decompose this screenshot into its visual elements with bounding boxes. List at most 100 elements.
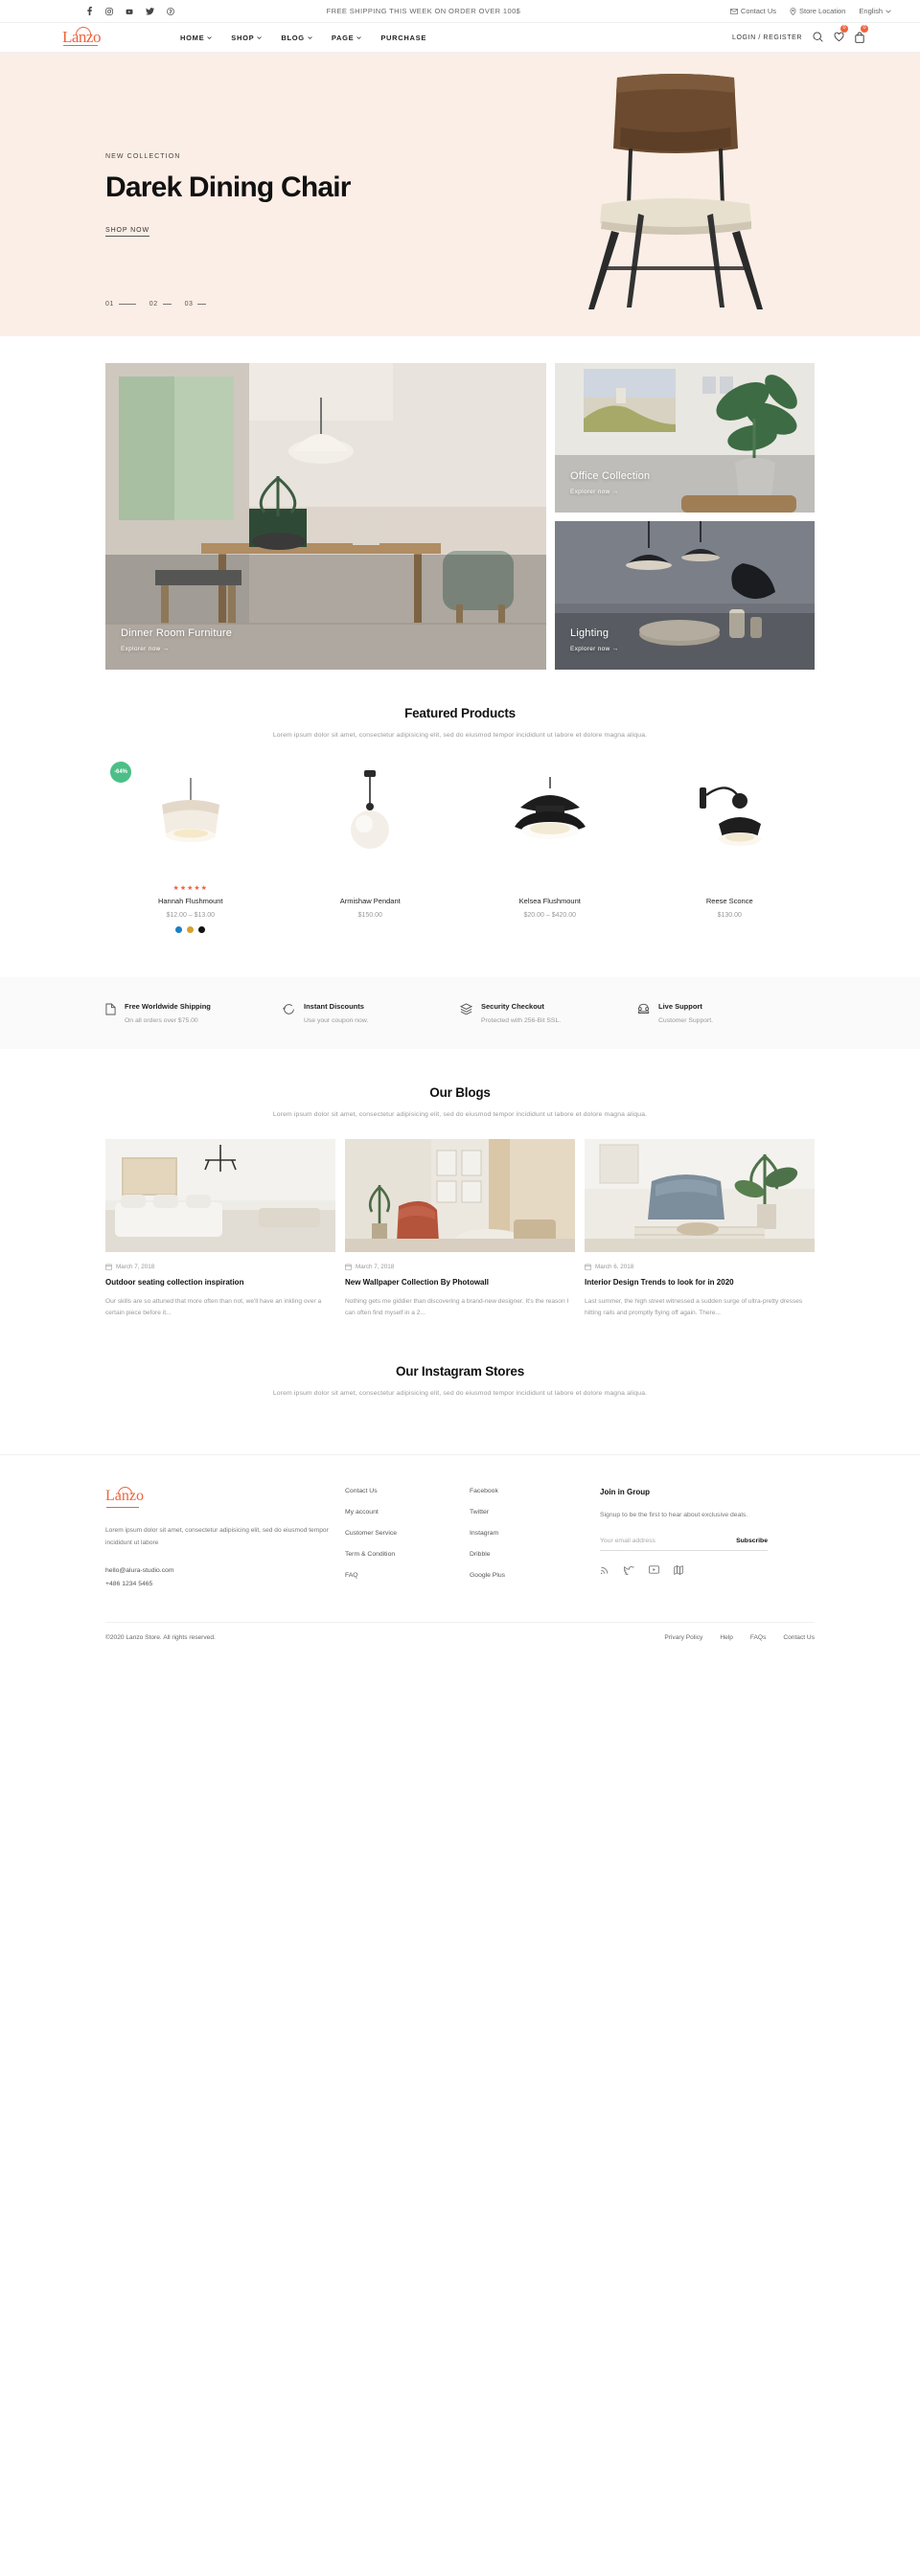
site-logo[interactable]: Lanzo — [62, 27, 101, 47]
nav-item-shop[interactable]: SHOP — [231, 34, 263, 42]
product-card[interactable]: Armishaw Pendant $150.00 — [286, 760, 456, 933]
map-icon[interactable] — [674, 1564, 683, 1575]
product-image[interactable] — [645, 760, 816, 873]
blog-title[interactable]: Interior Design Trends to look for in 20… — [585, 1278, 815, 1288]
service-title: Live Support — [658, 1002, 702, 1011]
pinterest-icon[interactable] — [167, 7, 174, 15]
footer-logo[interactable]: Lanzo — [105, 1487, 144, 1509]
product-image[interactable] — [286, 760, 456, 873]
hero-shop-now-button[interactable]: SHOP NOW — [105, 227, 150, 237]
wishlist-button[interactable]: 0 — [834, 25, 848, 46]
product-price: $20.00 – $420.00 — [523, 912, 577, 919]
hero-slide-02[interactable]: 02 — [150, 301, 172, 308]
service-title: Security Checkout — [481, 1002, 544, 1011]
subscribe-button[interactable]: Subscribe — [736, 1538, 768, 1544]
swatch-black[interactable] — [198, 926, 206, 933]
blog-card[interactable]: March 7, 2018 New Wallpaper Collection B… — [345, 1139, 575, 1318]
nav-item-home[interactable]: HOME — [180, 34, 213, 42]
login-register-link[interactable]: LOGIN / REGISTER — [732, 34, 802, 41]
footer-bottom-links: Privary Policy Help FAQs Contact Us — [664, 1634, 815, 1641]
footer-link-faqs[interactable]: FAQs — [750, 1634, 767, 1641]
nav-item-purchase[interactable]: PURCHASE — [380, 34, 426, 42]
contact-us-link[interactable]: Contact Us — [729, 7, 777, 15]
product-rating — [645, 884, 816, 893]
footer-link-term-condition[interactable]: Term & Condition — [345, 1551, 470, 1558]
product-card[interactable]: -64% ★★★★★ Hannah Flushmount $12.00 – $1… — [105, 760, 276, 933]
category-caption: Office Collection Explorer now → — [570, 470, 650, 495]
footer-link-dribble[interactable]: Dribble — [470, 1551, 594, 1558]
blog-image[interactable] — [585, 1139, 815, 1252]
service-subtitle: Use your coupon now. — [304, 1017, 369, 1024]
service-title: Instant Discounts — [304, 1002, 364, 1011]
logo-arc-icon — [118, 1487, 132, 1495]
newsletter-email-input[interactable] — [600, 1537, 737, 1544]
rss-icon[interactable] — [600, 1565, 610, 1575]
chevron-down-icon — [207, 35, 213, 39]
swatch-gold[interactable] — [187, 926, 195, 933]
blog-card[interactable]: March 6, 2018 Interior Design Trends to … — [585, 1139, 815, 1318]
blog-image[interactable] — [105, 1139, 335, 1252]
store-location-link[interactable]: Store Location — [790, 7, 845, 15]
blog-card[interactable]: March 7, 2018 Outdoor seating collection… — [105, 1139, 335, 1318]
product-name[interactable]: Armishaw Pendant — [286, 897, 456, 905]
footer-link-help[interactable]: Help — [720, 1634, 733, 1641]
copyright-text: ©2020 Lanzo Store. All rights reserved. — [105, 1634, 216, 1642]
blog-title[interactable]: New Wallpaper Collection By Photowall — [345, 1278, 575, 1288]
hero-slider: NEW COLLECTION Darek Dining Chair SHOP N… — [0, 53, 920, 336]
logo-arc-icon — [76, 27, 91, 35]
footer-link-privacy-policy[interactable]: Privary Policy — [664, 1634, 702, 1641]
product-name[interactable]: Reese Sconce — [645, 897, 816, 905]
product-card[interactable]: Kelsea Flushmount $20.00 – $420.00 — [465, 760, 635, 933]
wishlist-count-badge: 0 — [840, 25, 848, 33]
footer-email[interactable]: hello@alura-studio.com — [105, 1564, 345, 1578]
footer-link-faq[interactable]: FAQ — [345, 1572, 470, 1579]
blog-title[interactable]: Outdoor seating collection inspiration — [105, 1278, 335, 1288]
category-explore-link[interactable]: Explorer now → — [570, 646, 618, 652]
twitter-icon[interactable] — [624, 1565, 634, 1575]
calendar-icon — [345, 1264, 352, 1270]
blog-excerpt: Nothing gets me giddier than discovering… — [345, 1298, 569, 1316]
twitter-icon[interactable] — [146, 7, 154, 15]
instagram-icon[interactable] — [105, 7, 113, 15]
category-explore-link[interactable]: Explorer now → — [570, 489, 650, 495]
service-item-discounts: Instant Discounts Use your coupon now. — [283, 1002, 460, 1024]
footer-link-instagram[interactable]: Instagram — [470, 1530, 594, 1537]
product-image[interactable] — [465, 760, 635, 873]
hero-slide-01[interactable]: 01 — [105, 301, 136, 308]
category-explore-link[interactable]: Explorer now → — [121, 646, 232, 652]
nav-item-blog[interactable]: BLOG — [281, 34, 312, 42]
hero-slide-03[interactable]: 03 — [185, 301, 207, 308]
cart-button[interactable]: 0 — [855, 25, 868, 46]
footer-link-twitter[interactable]: Twitter — [470, 1509, 594, 1516]
footer-links-column-1: Contact Us My account Customer Service T… — [345, 1488, 470, 1593]
search-button[interactable] — [813, 29, 823, 46]
blog-image[interactable] — [345, 1139, 575, 1252]
nav-item-page[interactable]: PAGE — [332, 34, 362, 42]
category-card-lighting[interactable]: Lighting Explorer now → — [555, 520, 815, 670]
category-card-office[interactable]: Office Collection Explorer now → — [555, 363, 815, 513]
product-name[interactable]: Hannah Flushmount — [105, 897, 276, 905]
youtube-icon[interactable] — [126, 8, 133, 15]
language-selector[interactable]: English — [859, 7, 891, 15]
slide-number: 03 — [184, 301, 194, 308]
contact-us-label: Contact Us — [740, 7, 777, 15]
facebook-icon[interactable] — [86, 7, 93, 15]
footer-link-google-plus[interactable]: Google Plus — [470, 1572, 594, 1579]
footer-link-facebook[interactable]: Facebook — [470, 1488, 594, 1494]
service-subtitle: On all orders over $75.00 — [125, 1017, 198, 1024]
footer-link-contact-us[interactable]: Contact Us — [345, 1488, 470, 1494]
phone-icon — [637, 1003, 650, 1014]
product-name[interactable]: Kelsea Flushmount — [465, 897, 635, 905]
product-card[interactable]: Reese Sconce $130.00 — [645, 760, 816, 933]
video-icon[interactable] — [649, 1565, 659, 1575]
chevron-down-icon — [886, 9, 891, 13]
product-image[interactable]: -64% — [105, 760, 276, 873]
swatch-blue[interactable] — [175, 926, 183, 933]
footer-link-customer-service[interactable]: Customer Service — [345, 1530, 470, 1537]
footer-link-contact-us[interactable]: Contact Us — [783, 1634, 815, 1641]
category-card-dinner-room[interactable]: Dinner Room Furniture Explorer now → — [105, 363, 546, 670]
newsletter-title: Join in Group — [600, 1488, 650, 1497]
cart-count-badge: 0 — [861, 25, 868, 33]
footer-phone[interactable]: +486 1234 5465 — [105, 1578, 345, 1591]
footer-link-my-account[interactable]: My account — [345, 1509, 470, 1516]
